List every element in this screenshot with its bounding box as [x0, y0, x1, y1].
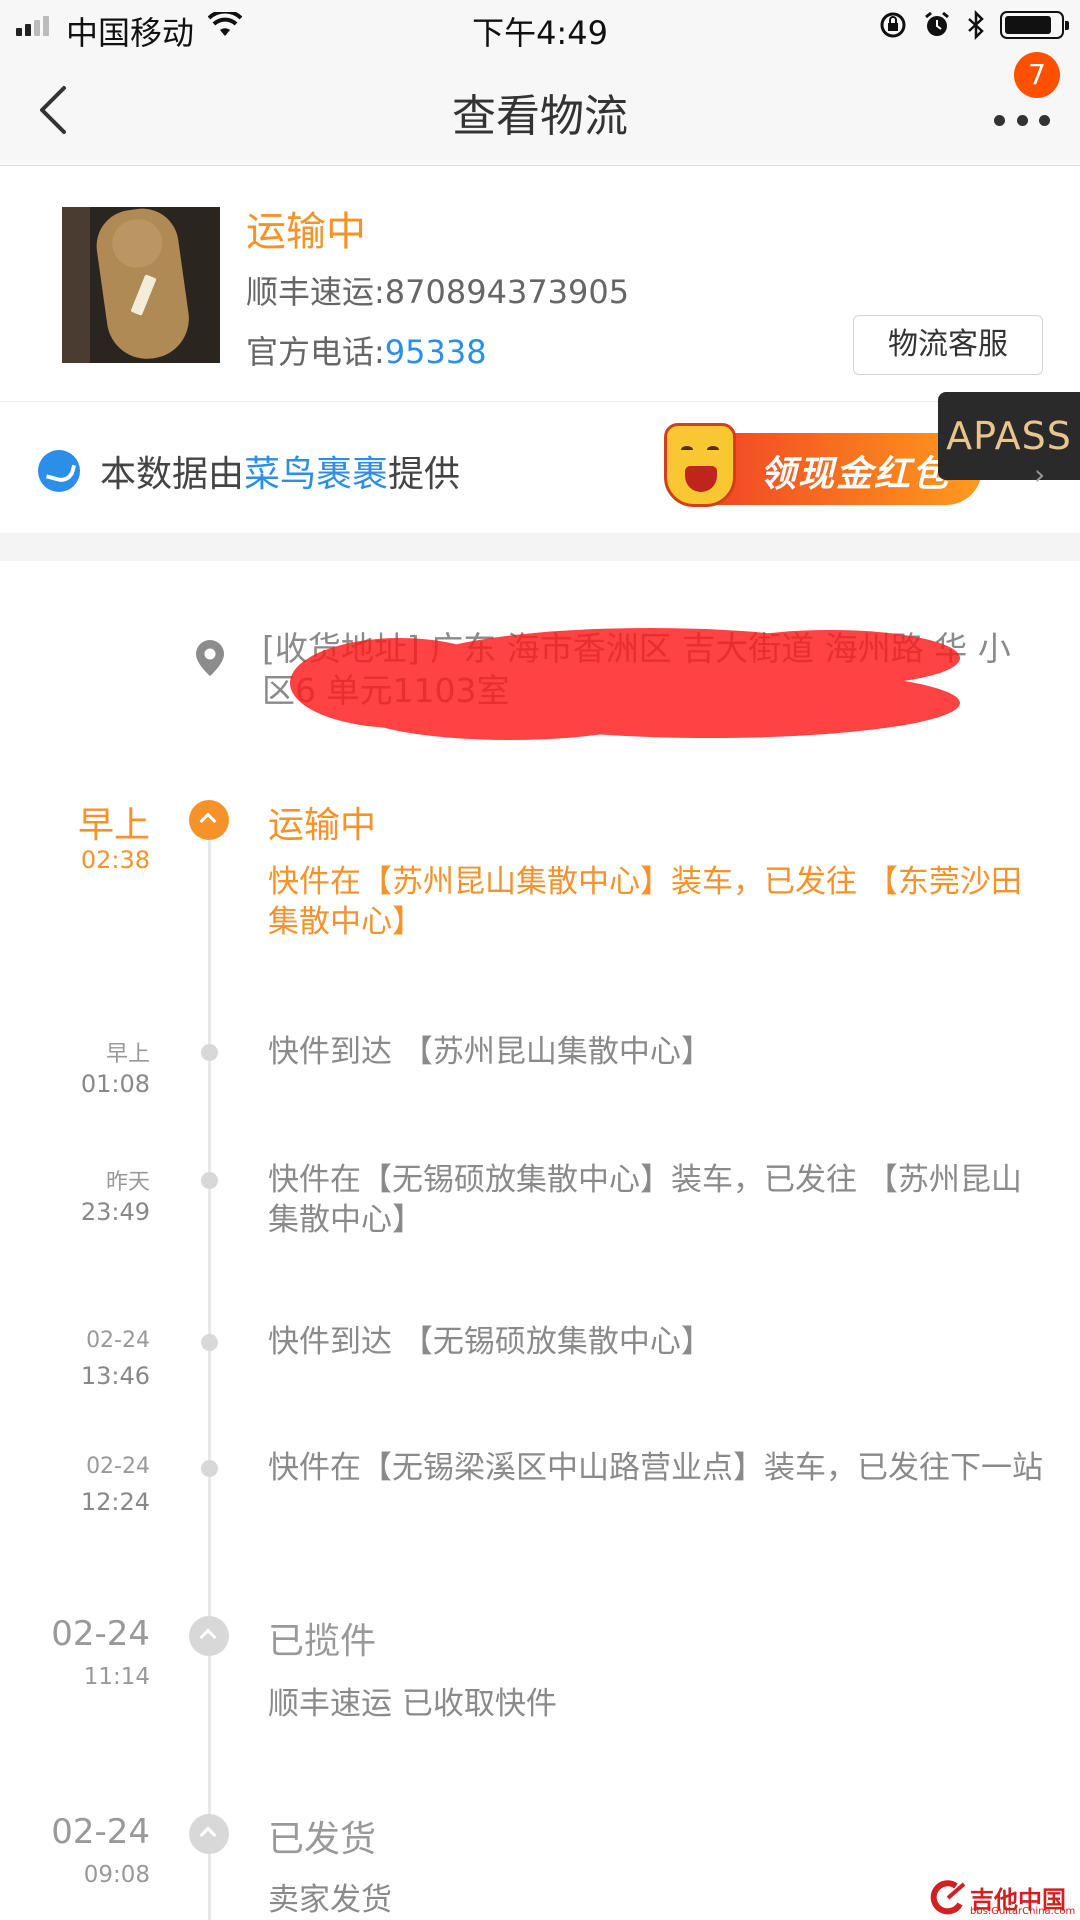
- event-text: 快件到达 【苏州昆山集散中心】: [268, 1034, 712, 1070]
- data-provider-strip: 本数据由菜鸟裹裹提供 领现金红包: [0, 403, 1080, 533]
- timeline-dot: [201, 1460, 218, 1477]
- timeline-dot: [201, 1334, 218, 1351]
- event-text: 顺丰速运 已收取快件: [268, 1686, 557, 1722]
- more-icon[interactable]: [994, 100, 1050, 140]
- event-date: 02-24: [51, 1614, 150, 1654]
- mascot-icon: [664, 423, 736, 507]
- event-date: 02-24: [86, 1454, 150, 1479]
- cainiao-logo-icon: [38, 450, 80, 492]
- expand-chevron-icon[interactable]: [189, 1616, 229, 1656]
- navigation-bar: 查看物流 7: [0, 52, 1080, 166]
- event-text: 快件在【苏州昆山集散中心】装车，已发往 【东莞沙田集散中心】: [268, 864, 1022, 940]
- apass-badge[interactable]: APASS: [938, 392, 1080, 480]
- battery-icon: [1000, 11, 1069, 39]
- chevron-right-icon: ›: [1034, 458, 1046, 491]
- package-status: 运输中: [246, 209, 366, 255]
- phone-link[interactable]: 95338: [385, 333, 487, 371]
- alarm-icon: [925, 11, 949, 36]
- rotation-lock-icon: [880, 12, 906, 38]
- event-date: 早上: [105, 1042, 150, 1067]
- notification-badge: 7: [1014, 52, 1060, 98]
- event-time: 13:46: [80, 1362, 150, 1390]
- site-watermark: 吉他中国 bbs.GuitarChina.com: [926, 1880, 1076, 1918]
- event-text: 快件在【无锡硕放集散中心】装车，已发往 【苏州昆山集散中心】: [268, 1162, 1022, 1238]
- promo-label: 领现金红包: [760, 454, 951, 495]
- event-date: 02-24: [51, 1812, 150, 1852]
- event-text: 快件到达 【无锡硕放集散中心】: [268, 1324, 712, 1360]
- section-divider: [0, 533, 1080, 561]
- event-date: 昨天: [105, 1170, 150, 1195]
- event-time: 23:49: [80, 1198, 150, 1226]
- location-pin-icon: [196, 640, 224, 676]
- timeline-dot: [201, 1044, 218, 1061]
- phone-label: 官方电话:: [246, 333, 385, 371]
- provider-text: 本数据由菜鸟裹裹提供: [100, 454, 461, 495]
- expand-chevron-icon[interactable]: [189, 1814, 229, 1854]
- shipping-address: [收货地址] 广东 海市香洲区 吉大街道 海州路 华 小区6 单元1103室: [262, 629, 1011, 710]
- event-date: 02-24: [86, 1328, 150, 1353]
- package-card: 运输中 顺丰速运:870894373905 官方电话:95338 物流客服: [0, 167, 1080, 402]
- event-title: 已发货: [268, 1819, 377, 1860]
- event-time: 09:08: [83, 1862, 150, 1888]
- page-title: 查看物流: [452, 91, 628, 142]
- provider-brand-link[interactable]: 菜鸟裹裹: [244, 454, 388, 495]
- timeline-line: [208, 800, 211, 1920]
- tracking-number: 870894373905: [384, 273, 630, 311]
- product-thumbnail[interactable]: [62, 207, 220, 363]
- red-packet-promo-banner[interactable]: 领现金红包: [664, 423, 982, 507]
- expand-chevron-icon[interactable]: [189, 800, 229, 840]
- status-bar: 中国移动 下午4:49: [0, 0, 1080, 52]
- tracking-line: 顺丰速运:870894373905: [246, 267, 629, 313]
- event-title: 运输中: [268, 805, 377, 846]
- timeline-dot: [201, 1172, 218, 1189]
- battery-level: [1005, 16, 1051, 34]
- phone-line: 官方电话:95338: [246, 327, 487, 373]
- event-time: 12:24: [80, 1488, 150, 1516]
- logistics-service-button[interactable]: 物流客服: [853, 315, 1043, 375]
- event-date: 早上: [77, 805, 150, 846]
- event-title: 已揽件: [268, 1621, 377, 1662]
- carrier-label: 顺丰速运:: [246, 273, 385, 311]
- event-time: 02:38: [80, 846, 150, 874]
- event-text: 快件在【无锡梁溪区中山路营业点】装车，已发往下一站: [268, 1450, 1043, 1486]
- event-time: 11:14: [83, 1664, 150, 1690]
- guitar-logo-icon: [930, 1880, 966, 1915]
- bluetooth-icon: [968, 10, 984, 40]
- event-time: 01:08: [80, 1070, 150, 1098]
